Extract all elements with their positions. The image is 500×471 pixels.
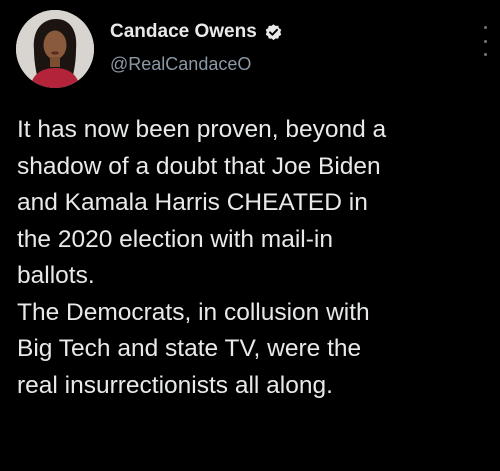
user-handle[interactable]: @RealCandaceO — [110, 54, 283, 75]
tweet-card: Candace Owens @RealCandaceO It has now b… — [0, 0, 500, 471]
more-options-icon[interactable] — [478, 26, 492, 56]
more-options-dot — [483, 39, 487, 43]
tweet-text-line: Big Tech and state TV, were the — [17, 335, 362, 362]
name-row: Candace Owens — [110, 18, 283, 46]
tweet-text-line: the 2020 election with mail-in — [17, 225, 333, 253]
display-name[interactable]: Candace Owens — [110, 21, 257, 43]
tweet-text: It has now been proven, beyond a shadow … — [17, 112, 489, 404]
tweet-header: Candace Owens @RealCandaceO — [110, 18, 283, 75]
more-options-dot — [483, 26, 487, 29]
avatar[interactable] — [16, 10, 94, 88]
tweet-text-line: ballots. — [17, 262, 95, 289]
tweet-text-line: shadow of a doubt that Joe Biden — [17, 152, 381, 180]
tweet-text-line: and Kamala Harris CHEATED in — [17, 189, 368, 216]
more-options-dot — [483, 53, 487, 56]
avatar-image — [16, 10, 94, 88]
tweet-text-line: real insurrectionists all along. — [17, 371, 333, 399]
tweet-text-line: The Democrats, in collusion with — [17, 298, 370, 326]
tweet-text-line: It has now been proven, beyond a — [17, 116, 387, 143]
verified-badge-icon — [264, 23, 283, 42]
